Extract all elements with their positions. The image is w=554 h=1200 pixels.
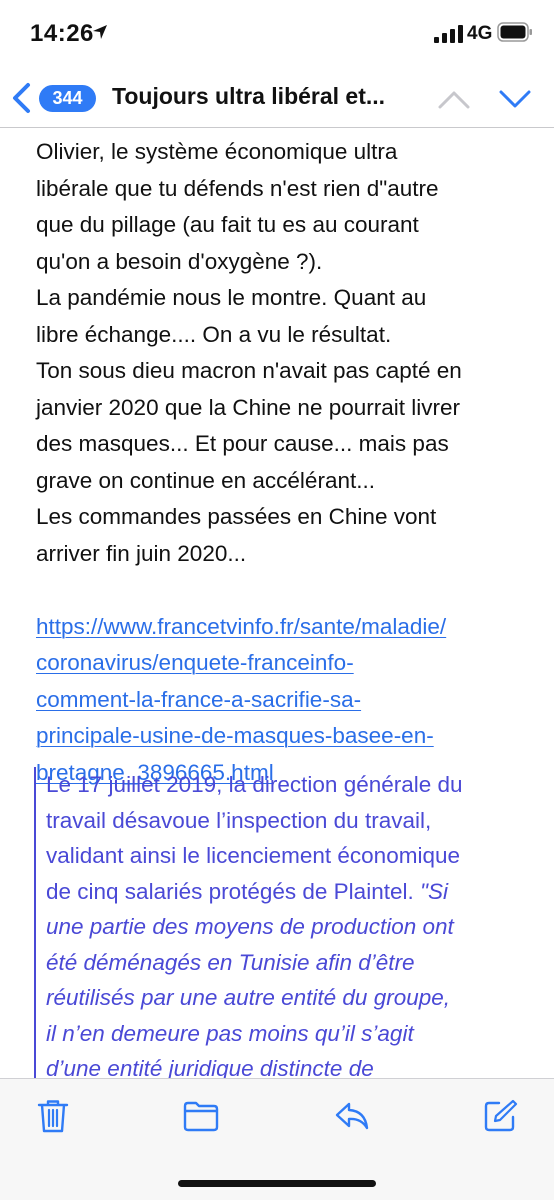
body-line: grave on continue en accélérant... bbox=[36, 467, 375, 493]
folder-icon[interactable] bbox=[183, 1098, 219, 1134]
cellular-signal-icon bbox=[434, 25, 463, 43]
body-line: Olivier, le système économique ultra bbox=[36, 139, 398, 164]
article-link[interactable]: https://www.francetvinfo.fr/sante/maladi… bbox=[36, 609, 536, 792]
body-line: Ton sous dieu macron n'avait pas capté e… bbox=[36, 358, 462, 383]
network-type: 4G bbox=[467, 23, 493, 44]
quote-line-text: été déménagés en Tunisie afin d’être bbox=[46, 949, 415, 975]
body-line: des masques... Et pour cause... mais pas bbox=[36, 431, 449, 456]
home-indicator[interactable] bbox=[178, 1180, 376, 1187]
quote-line-tail: "Si bbox=[419, 878, 448, 904]
quote-line: validant ainsi le licenciement économiqu… bbox=[46, 838, 544, 874]
link-line[interactable]: comment-la-france-a-sacrifie-sa- bbox=[36, 682, 536, 719]
message-body: Olivier, le système économique ultra libé… bbox=[36, 134, 536, 791]
quote-line: réutilisés par une autre entité du group… bbox=[46, 980, 544, 1016]
quoted-excerpt: Le 17 juillet 2019, la direction général… bbox=[34, 767, 544, 1087]
previous-message-chevron-icon[interactable] bbox=[437, 88, 471, 110]
quote-line: été déménagés en Tunisie afin d’être bbox=[46, 945, 544, 981]
message-body-text: Olivier, le système économique ultra libé… bbox=[36, 134, 536, 572]
body-line: libre échange.... On a vu le résultat. bbox=[36, 321, 392, 347]
body-line: arriver fin juin 2020... bbox=[36, 540, 247, 566]
quote-line: une partie des moyens de production ont bbox=[46, 909, 544, 945]
back-chevron-icon[interactable] bbox=[10, 82, 34, 114]
trash-icon[interactable] bbox=[35, 1098, 71, 1134]
quote-line-text: il n’en demeure pas moins qu’il s’agit bbox=[46, 1020, 414, 1046]
message-subject-title: Toujours ultra libéral et... bbox=[112, 83, 386, 109]
link-line[interactable]: principale-usine-de-masques-basee-en- bbox=[36, 718, 536, 755]
quote-line: Le 17 juillet 2019, la direction général… bbox=[46, 767, 544, 803]
body-line: qu'on a besoin d'oxygène ?). bbox=[36, 248, 323, 274]
back-count-badge[interactable]: 344 bbox=[39, 85, 96, 112]
quote-line-text: Le 17 juillet 2019, la direction général… bbox=[46, 772, 463, 797]
body-line: La pandémie nous le montre. Quant au bbox=[36, 285, 427, 310]
reply-icon[interactable] bbox=[334, 1098, 370, 1134]
message-nav-bar: 344 Toujours ultra libéral et... bbox=[0, 68, 554, 128]
link-line[interactable]: https://www.francetvinfo.fr/sante/maladi… bbox=[36, 609, 536, 646]
location-arrow-icon bbox=[93, 25, 107, 39]
quote-line-text: validant ainsi le licenciement économiqu… bbox=[46, 843, 460, 868]
quote-line: il n’en demeure pas moins qu’il s’agit bbox=[46, 1016, 544, 1052]
body-line: libérale que tu défends n'est rien d"aut… bbox=[36, 175, 439, 201]
quote-line-text: travail désavoue l’inspection du travail… bbox=[46, 807, 432, 833]
body-line: janvier 2020 que la Chine ne pourrait li… bbox=[36, 394, 460, 420]
quote-line-text: de cinq salariés protégés de Plaintel. bbox=[46, 878, 420, 904]
battery-icon bbox=[497, 22, 532, 42]
quote-line: de cinq salariés protégés de Plaintel. "… bbox=[46, 874, 544, 910]
next-message-chevron-icon[interactable] bbox=[498, 88, 532, 110]
body-line: que du pillage (au fait tu es au courant bbox=[36, 212, 419, 237]
compose-icon[interactable] bbox=[482, 1098, 518, 1134]
quote-line-text: une partie des moyens de production ont bbox=[46, 914, 454, 939]
quote-line-text: réutilisés par une autre entité du group… bbox=[46, 985, 451, 1010]
link-line[interactable]: coronavirus/enquete-franceinfo- bbox=[36, 645, 536, 682]
status-bar: 14:26 4G bbox=[0, 0, 554, 68]
status-time: 14:26 bbox=[30, 20, 94, 47]
body-line: Les commandes passées en Chine vont bbox=[36, 504, 437, 529]
quote-line: travail désavoue l’inspection du travail… bbox=[46, 803, 544, 839]
